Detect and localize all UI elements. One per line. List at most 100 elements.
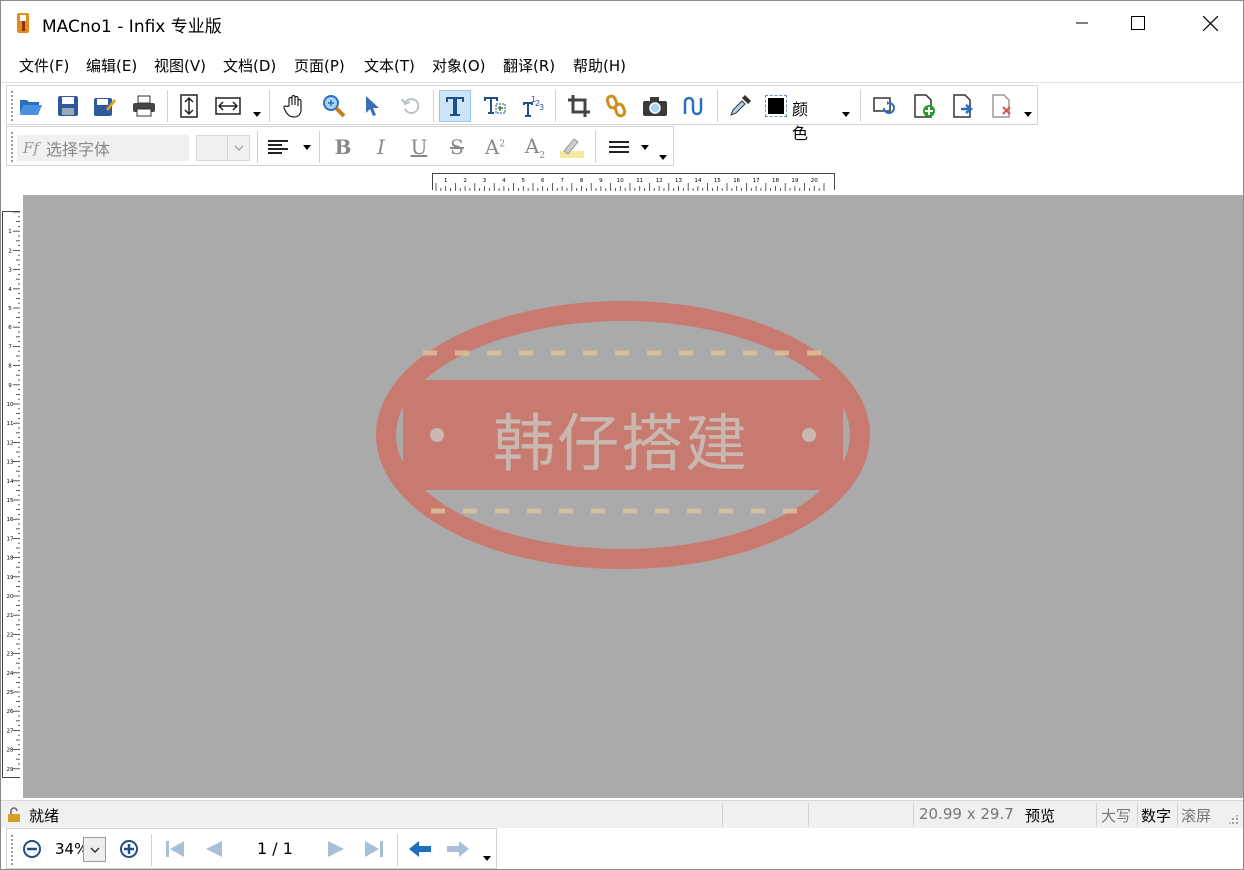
menu-text[interactable]: 文本(T) <box>364 55 415 76</box>
menu-help[interactable]: 帮助(H) <box>573 55 626 76</box>
last-page-icon <box>365 841 383 857</box>
menu-document[interactable]: 文档(D) <box>223 55 276 76</box>
italic-button[interactable]: I <box>365 131 397 163</box>
strikethrough-button[interactable]: S <box>441 131 473 163</box>
ruler-tick-label: 10 <box>7 402 14 408</box>
insert-page-button[interactable] <box>908 90 940 122</box>
link-button[interactable] <box>601 90 633 122</box>
last-page-button[interactable] <box>359 834 389 864</box>
highlight-button[interactable] <box>556 131 588 163</box>
replace-page-button[interactable] <box>869 90 901 122</box>
previous-page-button[interactable] <box>199 834 229 864</box>
underline-button[interactable]: U <box>403 131 435 163</box>
italic-icon: I <box>377 135 385 159</box>
superscript-button[interactable]: A2 <box>479 131 511 163</box>
subscript-button[interactable]: A2 <box>519 131 551 163</box>
forward-button[interactable] <box>443 834 473 864</box>
crop-button[interactable] <box>563 90 595 122</box>
menu-object[interactable]: 对象(O) <box>432 55 486 76</box>
eyedropper-button[interactable] <box>724 90 756 122</box>
watermark-stamp <box>376 301 870 569</box>
ruler-tick-label: 3 <box>8 268 12 274</box>
ruler-tick-label: 20 <box>811 178 818 184</box>
document-workspace[interactable]: 韩仔搭建 <box>23 195 1243 798</box>
toolbar-separator <box>555 90 556 122</box>
align-button[interactable] <box>262 131 294 163</box>
toolbar-grip[interactable] <box>11 91 14 121</box>
toolbar-separator <box>397 834 398 866</box>
save-button[interactable] <box>52 90 84 122</box>
extract-page-button[interactable] <box>947 90 979 122</box>
zoom-out-icon <box>23 840 41 858</box>
color-picker-button[interactable]: 颜色 <box>762 90 822 143</box>
rotate-button[interactable] <box>395 90 427 122</box>
hand-tool-button[interactable] <box>279 90 311 122</box>
status-page-size: 20.99 x 29.7 c <box>919 805 1019 823</box>
text-box-button[interactable] <box>478 90 510 122</box>
text-tool-button[interactable] <box>439 90 471 122</box>
font-size-select[interactable] <box>196 135 250 161</box>
horizontal-ruler-ticks: 1 2 3 4 5 6 7 8 9 10 11 12 13 14 15 16 17 18 19 20 <box>435 178 825 191</box>
path-tool-button[interactable] <box>678 90 710 122</box>
print-button[interactable] <box>128 90 160 122</box>
menu-translate[interactable]: 翻译(R) <box>503 55 555 76</box>
color-dropdown-arrow[interactable] <box>842 112 850 117</box>
delete-page-button[interactable] <box>986 90 1018 122</box>
ruler-tick-label: 26 <box>7 709 14 715</box>
ruler-tick-label: 29 <box>7 767 14 773</box>
subscript-icon: A2 <box>524 133 546 161</box>
status-caps: 大写 <box>1101 807 1132 825</box>
menu-edit[interactable]: 编辑(E) <box>86 55 137 76</box>
status-divider <box>913 803 914 827</box>
camera-icon <box>643 97 667 116</box>
zoom-tool-button[interactable] <box>318 90 350 122</box>
menu-view[interactable]: 视图(V) <box>154 55 206 76</box>
format-toolbar-overflow-arrow[interactable] <box>659 155 667 160</box>
ruler-tick-label: 6 <box>541 178 545 184</box>
page-indicator[interactable]: 1 / 1 <box>257 839 293 858</box>
save-as-icon <box>94 98 116 116</box>
minimize-button[interactable] <box>1059 1 1105 45</box>
line-spacing-dropdown-arrow[interactable] <box>641 145 649 150</box>
toolbar-grip[interactable] <box>11 132 14 162</box>
zoom-out-button[interactable] <box>17 834 47 864</box>
previous-page-icon <box>206 841 222 857</box>
fit-height-icon <box>180 94 198 118</box>
toolbar-separator <box>167 90 168 122</box>
ruler-tick-label: 3 <box>483 178 487 184</box>
next-page-button[interactable] <box>321 834 351 864</box>
zoom-select[interactable]: 34% <box>53 837 107 863</box>
back-button[interactable] <box>405 834 435 864</box>
align-dropdown-arrow[interactable] <box>303 145 311 150</box>
fit-height-button[interactable] <box>173 90 205 122</box>
navigation-overflow-arrow[interactable] <box>483 856 491 861</box>
zoom-in-button[interactable] <box>114 834 144 864</box>
first-page-button[interactable] <box>160 834 190 864</box>
maximize-button[interactable] <box>1115 1 1161 45</box>
next-page-icon <box>328 841 344 857</box>
bold-button[interactable]: B <box>327 131 359 163</box>
ruler-tick-label: 11 <box>7 421 14 427</box>
snapshot-button[interactable] <box>639 90 671 122</box>
eyedropper-icon <box>730 95 751 116</box>
chevron-down-icon <box>227 136 249 160</box>
color-label: 颜色 <box>792 100 809 143</box>
strikethrough-icon: S <box>450 135 464 159</box>
ruler-tick-label: 16 <box>7 517 14 523</box>
open-button[interactable] <box>15 90 47 122</box>
font-select[interactable]: Ff 选择字体 <box>17 135 189 161</box>
line-spacing-button[interactable] <box>603 131 635 163</box>
ruler-tick-label: 27 <box>7 728 14 734</box>
page-dropdown-arrow[interactable] <box>1024 112 1032 117</box>
save-as-button[interactable] <box>89 90 121 122</box>
close-button[interactable] <box>1187 1 1233 45</box>
resize-grip-icon[interactable] <box>1229 815 1239 825</box>
text-flow-button[interactable]: 123 <box>517 90 549 122</box>
toolbar-grip[interactable] <box>11 835 14 865</box>
infix-logo-icon <box>17 13 29 33</box>
fit-dropdown-arrow[interactable] <box>253 112 261 117</box>
fit-width-button[interactable] <box>212 90 244 122</box>
menu-file[interactable]: 文件(F) <box>19 55 69 76</box>
select-tool-button[interactable] <box>356 90 388 122</box>
menu-page[interactable]: 页面(P) <box>294 55 345 76</box>
